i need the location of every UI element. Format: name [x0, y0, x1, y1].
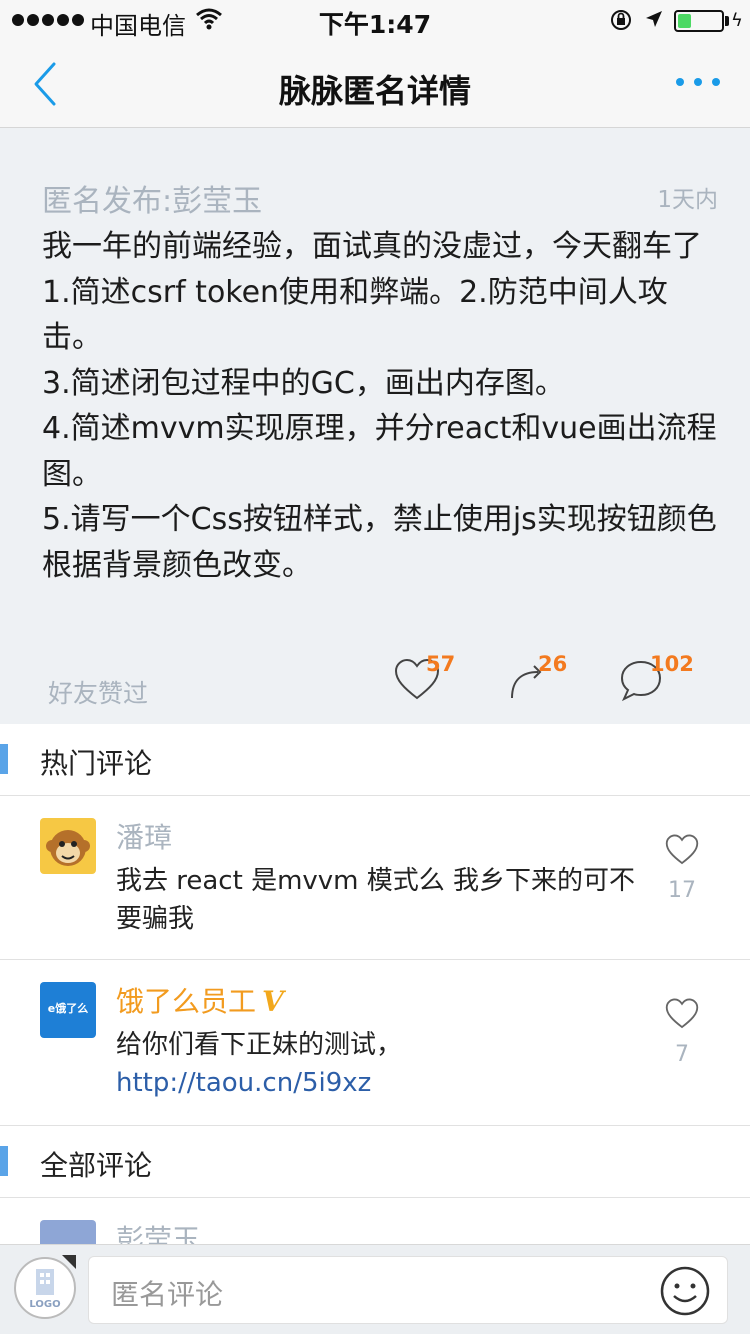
comment-item[interactable]: e饿了么 饿了么员工 V 给你们看下正妹的测试， http://taou.cn/5…: [0, 960, 750, 1126]
post-author[interactable]: 匿名发布:彭莹玉: [42, 176, 262, 220]
commenter-name[interactable]: 潘璋: [116, 816, 172, 856]
logo-label: LOGO: [29, 1299, 61, 1310]
avatar[interactable]: [40, 818, 96, 874]
navigation-bar: 脉脉匿名详情: [0, 40, 750, 128]
comment-link[interactable]: http://taou.cn/5i9xz: [116, 1064, 636, 1102]
section-marker: [0, 1146, 8, 1176]
battery-level: [678, 14, 691, 28]
dropdown-corner-icon: [62, 1255, 76, 1269]
hot-comments-title: 热门评论: [40, 747, 153, 780]
comment-like-count: 17: [668, 878, 696, 903]
like-button[interactable]: 57: [394, 652, 455, 702]
like-count: 57: [426, 652, 456, 676]
comment-input-placeholder: 匿名评论: [111, 1278, 224, 1311]
comment-button[interactable]: 102: [618, 652, 694, 702]
verified-badge: V: [262, 985, 284, 1018]
post-content: 我一年的前端经验，面试真的没虚过，今天翻车了 1.简述csrf token使用和…: [42, 229, 717, 583]
commenter-name: 饿了么员工: [116, 985, 257, 1018]
orientation-lock-icon: [611, 10, 631, 30]
heart-icon[interactable]: [664, 834, 700, 866]
friends-liked-label[interactable]: 好友赞过: [48, 674, 148, 710]
section-marker: [0, 744, 8, 774]
more-options-icon[interactable]: [676, 78, 720, 86]
all-comments-header: 全部评论: [0, 1126, 750, 1198]
page-title: 脉脉匿名详情: [278, 72, 471, 110]
emoji-icon[interactable]: [659, 1265, 711, 1317]
comment-item[interactable]: 潘璋 我去 react 是mvvm 模式么 我乡下来的可不要骗我 17: [0, 796, 750, 960]
repost-button[interactable]: 26: [508, 652, 567, 702]
status-time: 下午1:47: [318, 10, 432, 39]
post-card: 匿名发布:彭莹玉 1天内 我一年的前端经验，面试真的没虚过，今天翻车了 1.简述…: [0, 128, 750, 724]
location-icon: [646, 11, 662, 27]
anonymous-comment-input[interactable]: 匿名评论: [88, 1256, 728, 1324]
avatar[interactable]: e饿了么: [40, 982, 96, 1038]
battery-tip: [725, 16, 729, 26]
heart-icon[interactable]: [664, 998, 700, 1030]
comment-text: 给你们看下正妹的测试，: [116, 1030, 403, 1060]
comment-like-count: 7: [675, 1042, 689, 1067]
charging-icon: ϟ: [731, 10, 743, 31]
hot-comments-header: 热门评论: [0, 724, 750, 796]
comment-text: 我去 react 是mvvm 模式么 我乡下来的可不要骗我: [116, 866, 636, 934]
battery-icon: [674, 10, 724, 32]
status-bar: 中国电信 下午1:47 ϟ: [0, 0, 750, 40]
commenter-name-row[interactable]: 饿了么员工 V: [116, 980, 284, 1020]
all-comments-title: 全部评论: [40, 1149, 153, 1182]
comment-composer-bar: LOGO 匿名评论: [0, 1244, 750, 1334]
comment-body: 给你们看下正妹的测试， http://taou.cn/5i9xz: [116, 1026, 636, 1102]
repost-count: 26: [538, 652, 568, 676]
avatar-logo-text: e饿了么: [47, 1002, 89, 1015]
monkey-avatar-icon: [40, 818, 96, 874]
comment-item[interactable]: 彭莹玉: [0, 1198, 750, 1248]
post-timestamp: 1天内: [657, 187, 718, 213]
comment-count: 102: [650, 652, 694, 676]
